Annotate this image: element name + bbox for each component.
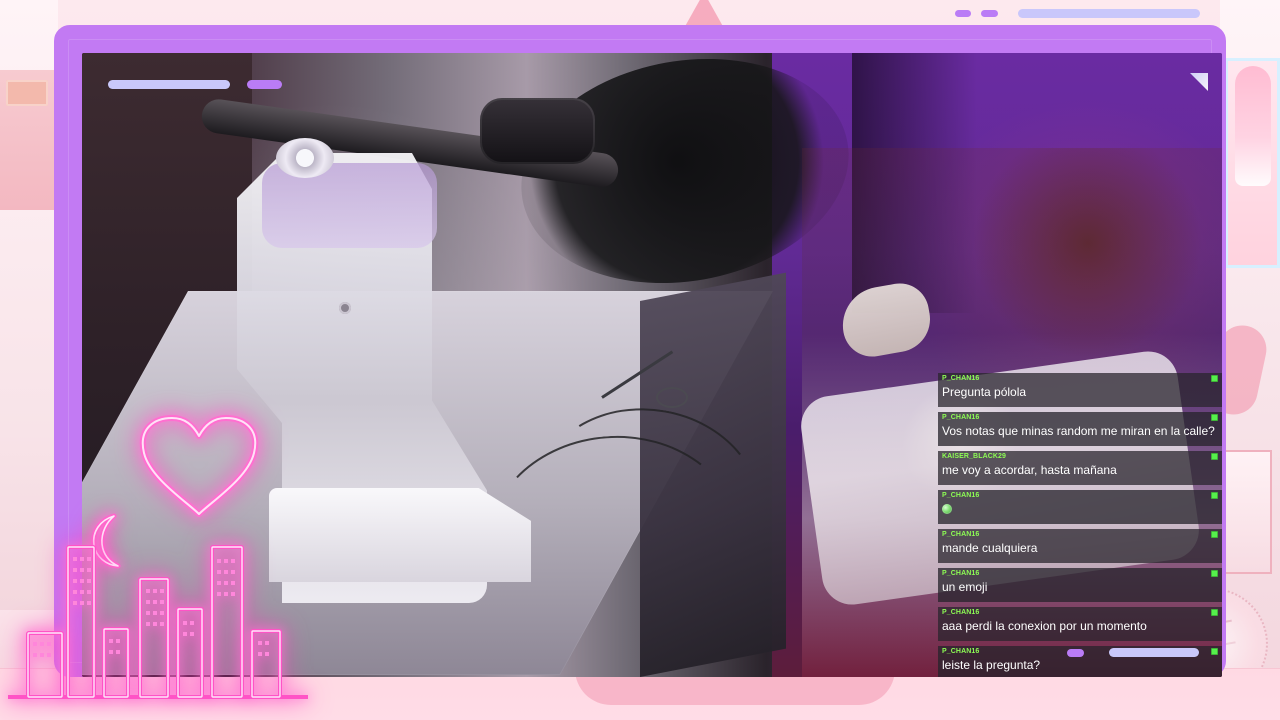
city-skyline-icon xyxy=(8,545,308,699)
chat-username: P_CHAN16 xyxy=(942,570,980,577)
chat-text: un emoji xyxy=(942,580,988,594)
chat-username: P_CHAN16 xyxy=(942,414,980,421)
chat-username: P_CHAN16 xyxy=(942,375,980,382)
chat-username: P_CHAN16 xyxy=(942,492,980,499)
chat-text: me voy a acordar, hasta mañana xyxy=(942,463,1117,477)
chat-text: Pregunta pólola xyxy=(942,385,1027,399)
chat-message: P_CHAN16 Pregunta pólola xyxy=(938,373,1222,407)
chat-badge-icon xyxy=(1211,609,1218,616)
scissors-icon xyxy=(656,387,688,408)
background-drawer xyxy=(1224,450,1272,574)
chat-panel: P_CHAN16 Pregunta pólola P_CHAN16 Vos no… xyxy=(938,373,1222,677)
chat-badge-icon xyxy=(1211,531,1218,538)
anime-poster xyxy=(1223,58,1280,268)
chat-badge-icon xyxy=(1211,414,1218,421)
microphone-icon xyxy=(480,98,595,164)
chat-message: P_CHAN16 Vos notas que minas random me m… xyxy=(938,412,1222,446)
heart-icon xyxy=(139,415,259,517)
chat-message: P_CHAN16 xyxy=(938,490,1222,524)
chat-footer-line xyxy=(1109,648,1199,657)
top-decor-accent-secondary xyxy=(981,10,998,17)
chat-badge-icon xyxy=(1211,453,1218,460)
chat-text: Vos notas que minas random me miran en l… xyxy=(942,424,1215,438)
top-progress-accent xyxy=(247,80,282,89)
top-decor-line xyxy=(1018,9,1200,18)
chat-username: KAISER_BLACK29 xyxy=(942,453,1007,460)
machine-knob xyxy=(339,302,351,314)
thread-spool-icon xyxy=(276,138,334,178)
sewing-machine-top xyxy=(262,163,437,248)
chat-message: KAISER_BLACK29 me voy a acordar, hasta m… xyxy=(938,451,1222,485)
top-decor-accent xyxy=(955,10,971,17)
chat-message: P_CHAN16 mande cualquiera xyxy=(938,529,1222,563)
chat-badge-icon xyxy=(1211,492,1218,499)
chat-badge-icon xyxy=(1211,570,1218,577)
stream-overlay-page: P_CHAN16 Pregunta pólola P_CHAN16 Vos no… xyxy=(0,0,1280,720)
chat-badge-icon xyxy=(1211,648,1218,655)
left-background-window xyxy=(0,70,60,210)
chat-footer-accent xyxy=(1067,649,1084,657)
chat-message: P_CHAN16 aaa perdi la conexion por un mo… xyxy=(938,607,1222,641)
chat-badge-icon xyxy=(1211,375,1218,382)
chat-text: leiste la pregunta? xyxy=(942,658,1041,672)
top-progress-bar xyxy=(108,80,230,89)
chat-text: aaa perdi la conexion por un momento xyxy=(942,619,1147,633)
chat-message: P_CHAN16 un emoji xyxy=(938,568,1222,602)
emoji-icon xyxy=(942,504,952,514)
chat-username: P_CHAN16 xyxy=(942,531,980,538)
chat-text: mande cualquiera xyxy=(942,541,1038,555)
chat-username: P_CHAN16 xyxy=(942,609,980,616)
